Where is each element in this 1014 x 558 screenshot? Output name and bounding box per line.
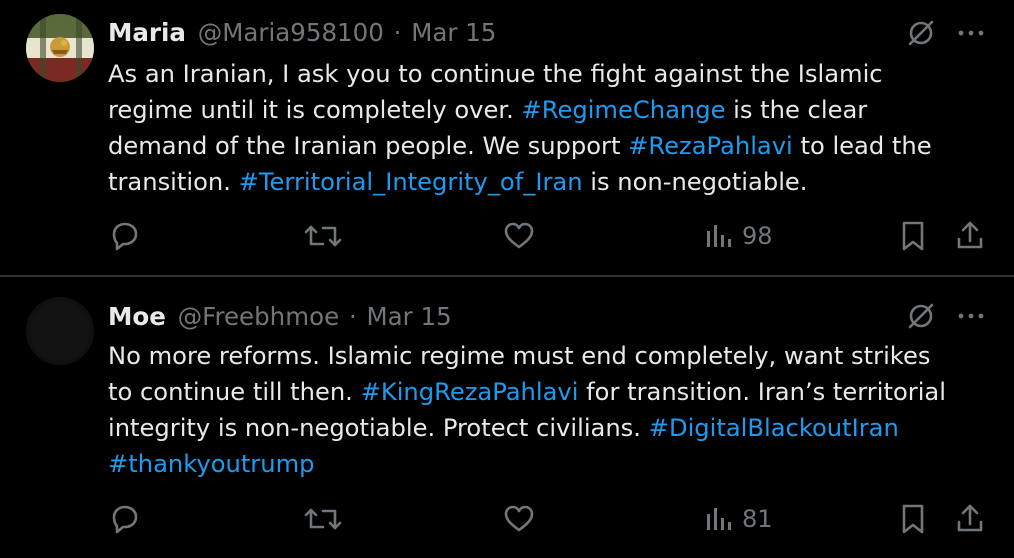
- timestamp[interactable]: Mar 15: [367, 302, 452, 331]
- like-icon: [504, 222, 534, 249]
- text-segment: is the clear: [725, 96, 868, 124]
- text-segment: demand of the Iranian people. We support: [108, 132, 629, 160]
- tweet-text-line: demand of the Iranian people. We support…: [108, 128, 1003, 164]
- avatar[interactable]: [26, 14, 94, 82]
- like-icon: [504, 505, 534, 532]
- text-segment: to lead the: [792, 132, 932, 160]
- text-segment: to continue till then.: [108, 378, 361, 406]
- bookmark-icon: [902, 221, 924, 251]
- reply-icon: [112, 505, 138, 534]
- views-button[interactable]: 81: [704, 501, 773, 537]
- share-button[interactable]: [954, 218, 986, 254]
- more-options-icon[interactable]: [954, 18, 988, 48]
- hashtag-link[interactable]: #Territorial_Integrity_of_Iran: [239, 168, 583, 196]
- display-name[interactable]: Maria: [108, 18, 186, 47]
- tweet-text-line: to continue till then. #KingRezaPahlavi …: [108, 374, 1003, 410]
- more-options-icon[interactable]: [954, 301, 988, 331]
- action-bar: 98: [0, 218, 1014, 254]
- tweet-text-line: As an Iranian, I ask you to continue the…: [108, 56, 1003, 92]
- tweet[interactable]: Moe @Freebhmoe · Mar 15 No more reforms.…: [0, 277, 1014, 558]
- views-count: 81: [742, 505, 773, 533]
- text-segment: regime until it is completely over.: [108, 96, 522, 124]
- tweet-header: Maria @Maria958100 · Mar 15: [108, 16, 496, 50]
- views-icon: [707, 225, 731, 247]
- handle[interactable]: @Maria958100: [198, 18, 384, 47]
- like-button[interactable]: [502, 501, 536, 537]
- share-icon: [957, 504, 983, 532]
- text-segment: is non-negotiable.: [582, 168, 808, 196]
- retweet-icon: [304, 508, 342, 530]
- handle[interactable]: @Freebhmoe: [178, 302, 340, 331]
- action-bar: 81: [0, 501, 1014, 537]
- text-segment: transition.: [108, 168, 239, 196]
- tweet-text: As an Iranian, I ask you to continue the…: [108, 56, 1003, 200]
- tweet-text-line: regime until it is completely over. #Reg…: [108, 92, 1003, 128]
- avatar[interactable]: [26, 297, 94, 365]
- separator-dot: ·: [348, 302, 357, 331]
- tweet-text-line: No more reforms. Islamic regime must end…: [108, 338, 1003, 374]
- hashtag-link[interactable]: #RezaPahlavi: [628, 132, 793, 160]
- separator-dot: ·: [393, 18, 402, 47]
- profile-photo-icon: [26, 297, 94, 365]
- retweet-icon: [304, 225, 342, 247]
- text-segment: for transition. Iran’s territorial: [578, 378, 946, 406]
- views-button[interactable]: 98: [704, 218, 773, 254]
- hashtag-link[interactable]: #RegimeChange: [521, 96, 725, 124]
- share-button[interactable]: [954, 501, 986, 537]
- retweet-button[interactable]: [303, 501, 343, 537]
- share-icon: [957, 221, 983, 249]
- hashtag-link[interactable]: #DigitalBlackoutIran: [649, 414, 899, 442]
- profile-photo-icon: [26, 14, 94, 82]
- reply-button[interactable]: [108, 218, 142, 254]
- grok-icon[interactable]: [906, 18, 936, 48]
- hashtag-link[interactable]: #KingRezaPahlavi: [361, 378, 579, 406]
- text-segment: integrity is non-negotiable. Protect civ…: [108, 414, 649, 442]
- hashtag-link[interactable]: #thankyoutrump: [108, 450, 315, 478]
- like-button[interactable]: [502, 218, 536, 254]
- tweet-header: Moe @Freebhmoe · Mar 15: [108, 300, 452, 334]
- tweet[interactable]: Maria @Maria958100 · Mar 15 As an Irania…: [0, 0, 1014, 276]
- tweet-text: No more reforms. Islamic regime must end…: [108, 338, 1003, 482]
- display-name[interactable]: Moe: [108, 302, 166, 331]
- views-icon: [707, 508, 731, 530]
- bookmark-button[interactable]: [898, 501, 928, 537]
- text-segment: As an Iranian, I ask you to continue the…: [108, 60, 883, 88]
- timestamp[interactable]: Mar 15: [411, 18, 496, 47]
- tweet-text-line: #thankyoutrump: [108, 446, 1003, 482]
- grok-icon[interactable]: [906, 301, 936, 331]
- retweet-button[interactable]: [303, 218, 343, 254]
- bookmark-button[interactable]: [898, 218, 928, 254]
- reply-button[interactable]: [108, 501, 142, 537]
- views-count: 98: [742, 222, 773, 250]
- bookmark-icon: [902, 504, 924, 534]
- reply-icon: [112, 222, 138, 251]
- text-segment: No more reforms. Islamic regime must end…: [108, 342, 931, 370]
- tweet-text-line: integrity is non-negotiable. Protect civ…: [108, 410, 1003, 446]
- tweet-text-line: transition. #Territorial_Integrity_of_Ir…: [108, 164, 1003, 200]
